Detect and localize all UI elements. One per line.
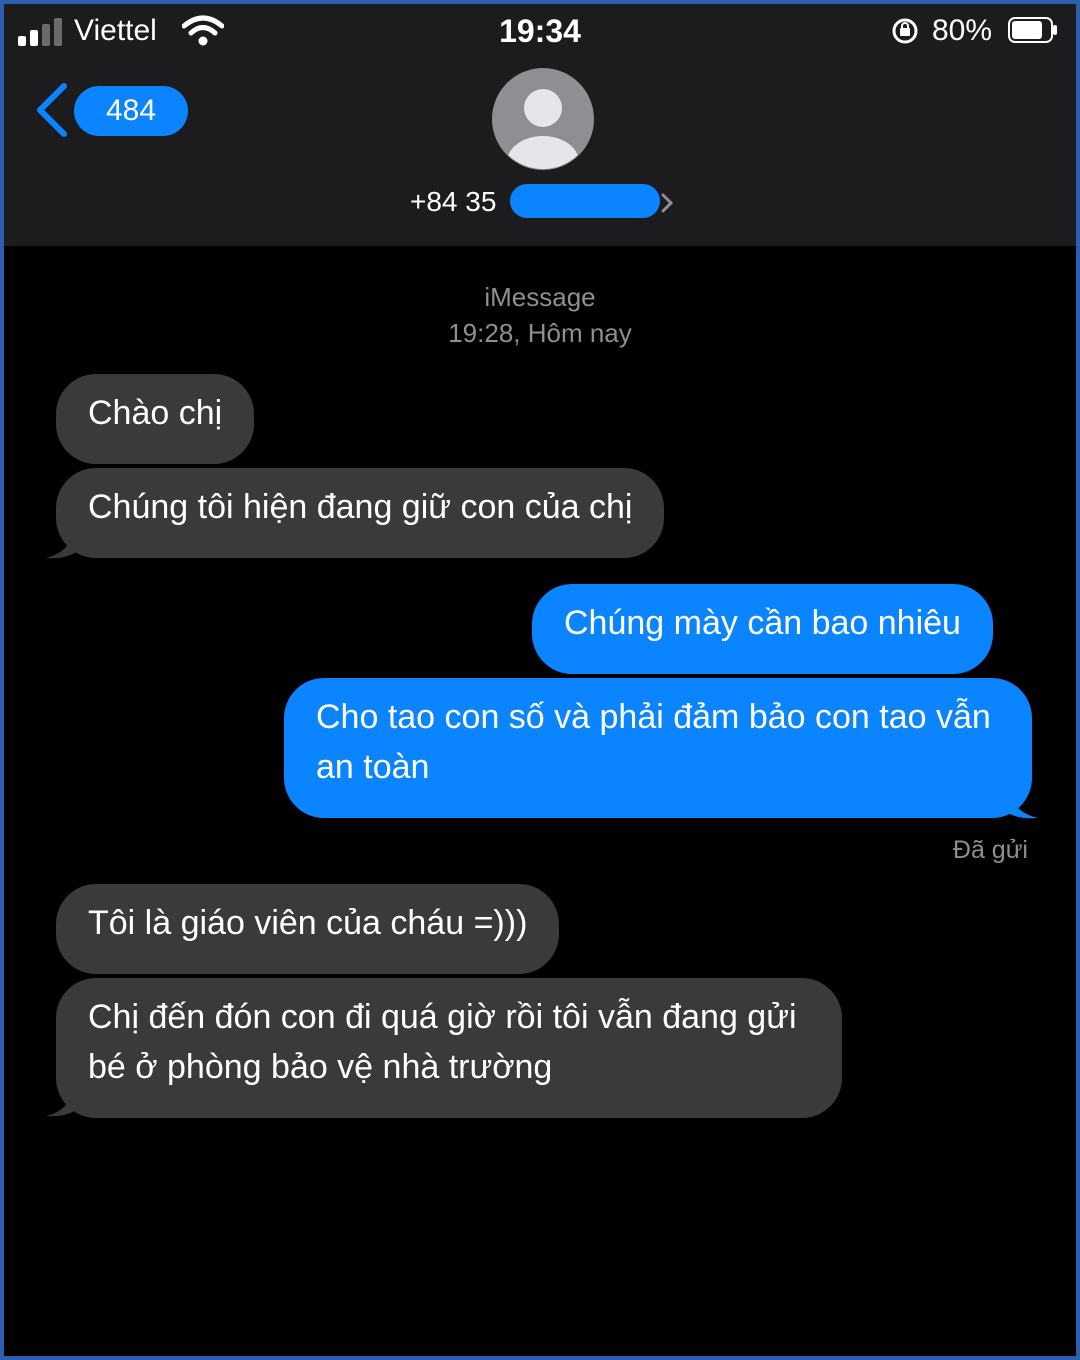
message-text: Tôi là giáo viên của cháu =))) bbox=[88, 904, 528, 942]
bubble-tail bbox=[46, 1090, 82, 1117]
message-text: Chúng mày cần bao nhiêu bbox=[564, 604, 961, 642]
bubble-tail bbox=[1000, 790, 1038, 819]
back-chevron-icon bbox=[37, 83, 67, 137]
battery-percent: 80% bbox=[932, 14, 993, 47]
message-bubble-outgoing[interactable]: Cho tao con số và phải đảm bảo con tao v… bbox=[284, 678, 1032, 818]
message-text: Chào chị bbox=[88, 394, 223, 432]
message-text: Cho tao con số và phải đảm bảo con tao v… bbox=[316, 698, 991, 786]
redaction-mark bbox=[510, 184, 660, 218]
message-bubble-incoming[interactable]: Chào chị bbox=[56, 374, 255, 464]
message-bubble-outgoing[interactable]: Chúng mày cần bao nhiêu bbox=[532, 584, 993, 674]
conversation-timestamp: 19:28, Hôm nay bbox=[448, 318, 632, 348]
conversation-header: Viettel 19:34 80% 484 +84 35 bbox=[4, 4, 1076, 246]
delivery-status: Đã gửi bbox=[952, 836, 1028, 864]
contact-name-button[interactable]: +84 35 bbox=[410, 184, 680, 224]
contact-avatar-icon[interactable] bbox=[490, 66, 596, 172]
message-bubble-incoming[interactable]: Chị đến đón con đi quá giờ rồi tôi vẫn đ… bbox=[56, 978, 842, 1118]
bubble-tail bbox=[46, 532, 82, 559]
battery-icon bbox=[1008, 17, 1057, 43]
unread-count-badge: 484 bbox=[74, 86, 188, 136]
status-bar: Viettel 19:34 80% bbox=[4, 4, 1076, 60]
message-bubble-incoming[interactable]: Chúng tôi hiện đang giữ con của chị bbox=[56, 468, 665, 558]
back-button[interactable]: 484 bbox=[32, 80, 188, 140]
messages-screen: Viettel 19:34 80% 484 +84 35 iMessage 19… bbox=[0, 0, 1080, 1360]
contact-number: +84 35 bbox=[410, 186, 497, 217]
chevron-right-icon bbox=[661, 193, 674, 213]
message-text: Chúng tôi hiện đang giữ con của chị bbox=[88, 488, 633, 526]
message-bubble-incoming[interactable]: Tôi là giáo viên của cháu =))) bbox=[56, 884, 560, 974]
service-label: iMessage bbox=[484, 282, 596, 312]
orientation-lock-icon bbox=[892, 18, 918, 44]
message-text: Chị đến đón con đi quá giờ rồi tôi vẫn đ… bbox=[88, 998, 797, 1086]
